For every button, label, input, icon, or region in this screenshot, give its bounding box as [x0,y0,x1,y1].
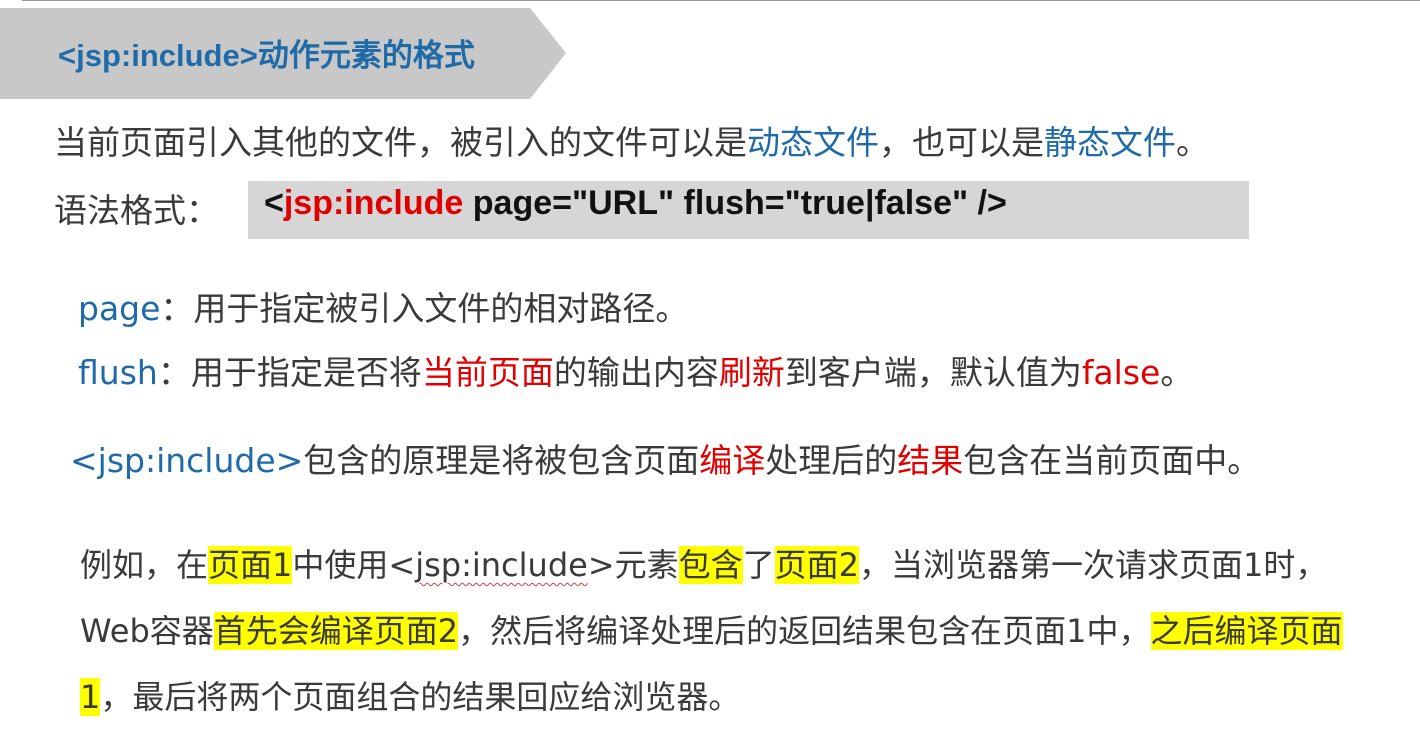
example-highlight-page1: 页面1 [208,546,293,584]
flush-emph-refresh: 刷新 [718,353,785,392]
page-attr-desc: ：用于指定被引入文件的相对路径。 [160,289,689,328]
intro-text-3: 。 [1176,123,1209,162]
static-file-term: 静态文件 [1044,123,1176,162]
principle-text-3: 包含在当前页面中。 [963,441,1261,480]
example-text-1: 例如，在 [80,546,209,584]
code-attributes: page="URL" flush="true|false" /> [463,184,1007,222]
flush-emph-false: false [1081,353,1161,392]
example-text-3: >元素 [587,546,679,584]
principle-text-1: 包含的原理是将被包含页面 [303,441,700,480]
page-attr-line: page：用于指定被引入文件的相对路径。 [78,282,688,330]
page-attr-key: page [78,289,161,328]
flush-emph-current-page: 当前页面 [421,353,554,392]
example-text-6: ，然后将编译处理后的返回结果包含在页面1中， [458,612,1151,650]
intro-text-1: 当前页面引入其他的文件，被引入的文件可以是 [54,123,747,162]
principle-emph-compile: 编译 [699,441,766,480]
intro-line: 当前页面引入其他的文件，被引入的文件可以是动态文件，也可以是静态文件。 [54,116,1209,164]
example-highlight-page2: 页面2 [774,546,860,584]
slide-title: <jsp:include>动作元素的格式 [58,38,475,73]
code-lt: < [264,184,284,222]
syntax-code: <jsp:include page="URL" flush="true|fals… [264,184,1007,223]
principle-line: <jsp:include>包含的原理是将被包含页面编译处理后的结果包含在当前页面… [70,434,1260,482]
flush-desc-2: 的输出内容 [553,353,719,392]
flush-desc-3: 到客户端，默认值为 [784,353,1082,392]
flush-attr-key: flush [78,353,158,392]
example-highlight-compile-page2: 首先会编译页面2 [213,612,459,650]
principle-text-2: 处理后的 [765,441,898,480]
principle-tag: <jsp:include> [70,441,304,480]
dynamic-file-term: 动态文件 [747,123,879,162]
example-highlight-include: 包含 [678,546,743,584]
flush-desc-1: ：用于指定是否将 [157,353,422,392]
principle-emph-result: 结果 [897,441,964,480]
syntax-label: 语法格式： [54,191,219,230]
example-text-7: ，最后将两个页面组合的结果回应给浏览器。 [100,678,741,716]
intro-text-2: ，也可以是 [879,123,1044,162]
top-rule [22,0,1420,1]
flush-desc-4: 。 [1160,353,1194,392]
code-tag: jsp:include [283,184,464,222]
example-tag-misspelled: jsp:include [415,546,588,584]
flush-attr-line: flush：用于指定是否将当前页面的输出内容刷新到客户端，默认值为false。 [78,346,1193,394]
example-paragraph: 例如，在页面1中使用<jsp:include>元素包含了页面2，当浏览器第一次请… [80,532,1390,730]
example-text-2: 中使用< [292,546,416,584]
example-text-4: 了 [742,546,775,584]
